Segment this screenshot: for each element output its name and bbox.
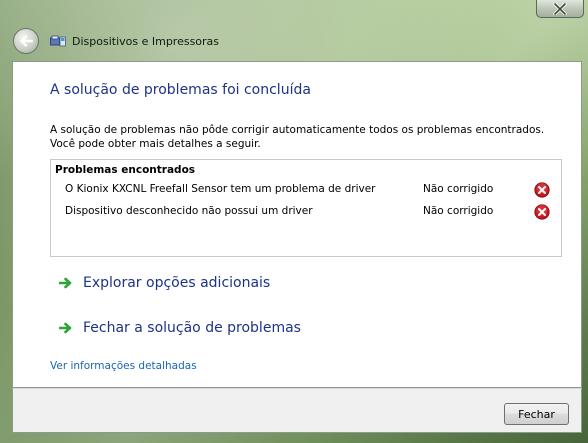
green-arrow-icon — [59, 277, 72, 289]
window-close-button[interactable] — [536, 0, 584, 18]
problem-status: Não corrigido — [423, 205, 494, 217]
problem-name: Dispositivo desconhecido não possui um d… — [65, 205, 313, 217]
explore-options-label: Explorar opções adicionais — [83, 275, 271, 291]
footer: Fechar — [12, 388, 582, 433]
problem-row[interactable]: Dispositivo desconhecido não possui um d… — [65, 204, 555, 220]
error-icon — [534, 204, 550, 220]
problems-title: Problemas encontrados — [55, 164, 196, 176]
back-arrow-icon — [20, 35, 33, 47]
error-icon — [534, 182, 550, 198]
printer-icon — [50, 35, 66, 47]
close-troubleshooting-link[interactable]: Fechar a solução de problemas — [59, 320, 301, 336]
problems-panel: Problemas encontrados O Kionix KXCNL Fre… — [50, 159, 562, 257]
close-button[interactable]: Fechar — [504, 403, 569, 425]
main-content: A solução de problemas foi concluída A s… — [12, 61, 582, 388]
window-title: Dispositivos e Impressoras — [72, 34, 220, 48]
description: A solução de problemas não pôde corrigir… — [50, 123, 570, 151]
description-line: Você pode obter mais detalhes a seguir. — [50, 138, 261, 150]
close-icon — [553, 2, 567, 15]
title-bar: Dispositivos e Impressoras — [50, 33, 219, 49]
problem-status: Não corrigido — [423, 183, 494, 195]
description-line: A solução de problemas não pôde corrigir… — [50, 124, 545, 136]
green-arrow-icon — [59, 322, 72, 334]
page-title: A solução de problemas foi concluída — [50, 82, 311, 98]
back-button[interactable] — [13, 28, 39, 54]
close-troubleshooting-label: Fechar a solução de problemas — [83, 320, 301, 336]
problem-name: O Kionix KXCNL Freefall Sensor tem um pr… — [65, 183, 376, 195]
problem-row[interactable]: O Kionix KXCNL Freefall Sensor tem um pr… — [65, 182, 555, 198]
explore-options-link[interactable]: Explorar opções adicionais — [59, 275, 270, 291]
view-details-link[interactable]: Ver informações detalhadas — [50, 360, 197, 372]
